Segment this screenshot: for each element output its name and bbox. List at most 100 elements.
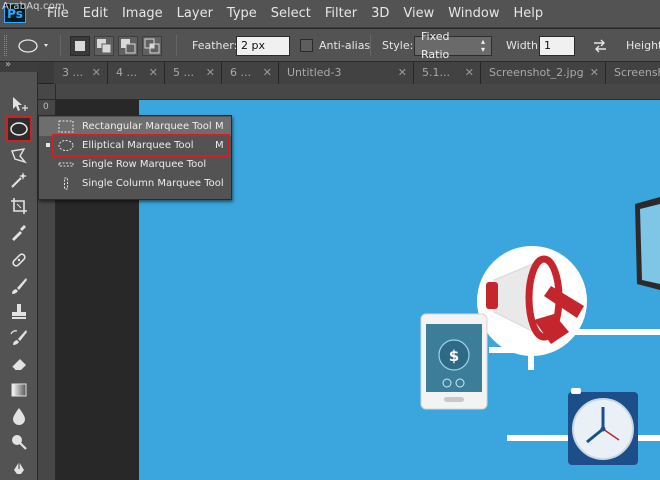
document-tab[interactable]: 5 ... ✕ [165, 62, 222, 84]
close-icon[interactable]: ✕ [206, 62, 215, 84]
megaphone-icon [477, 246, 587, 356]
blur-icon [13, 408, 25, 425]
select-arrows-icon: ▴ ▾ [480, 36, 485, 54]
history-brush-tool[interactable] [7, 326, 31, 350]
marquee-tools-flyout: Rectangular Marquee Tool M Elliptical Ma… [38, 115, 232, 200]
document-tab[interactable]: 6 ... ✕ [222, 62, 279, 84]
width-input[interactable]: 1 [539, 35, 575, 56]
feather-input[interactable]: 2 px [236, 35, 290, 56]
healing-brush-tool[interactable] [7, 248, 31, 272]
close-icon[interactable]: ✕ [465, 62, 474, 84]
close-icon[interactable]: ✕ [149, 62, 158, 84]
document-tab[interactable]: Screensh [606, 62, 660, 84]
separator [370, 35, 371, 56]
intersect-selection-button[interactable] [142, 36, 162, 56]
eyedropper-icon [12, 225, 26, 241]
dodge-tool[interactable] [7, 430, 31, 454]
style-label: Style: [382, 39, 414, 52]
close-icon[interactable]: ✕ [263, 62, 272, 84]
menu-view[interactable]: View [396, 0, 441, 28]
tab-label: 5.1... [422, 66, 450, 79]
menu-type[interactable]: Type [220, 0, 264, 28]
ruler-origin[interactable] [38, 84, 56, 100]
elliptical-marquee-tool[interactable] [6, 116, 32, 142]
tab-label: Screensh [614, 66, 660, 79]
tool-preset-picker[interactable] [16, 29, 50, 62]
feather-label: Feather: [192, 39, 238, 52]
menu-layer[interactable]: Layer [170, 0, 220, 28]
document-tab-active[interactable]: Screenshot_2.jpg ✕ [481, 62, 606, 84]
close-icon[interactable]: ✕ [398, 62, 407, 84]
active-tool-bullet [46, 143, 50, 147]
single-column-marquee-icon [64, 177, 68, 190]
gradient-icon [11, 383, 27, 397]
swap-dimensions-button[interactable] [592, 29, 608, 62]
style-value: Fixed Ratio [421, 29, 450, 61]
highlight-annotation-box [52, 134, 230, 157]
lasso-icon [11, 148, 28, 164]
close-icon[interactable]: ✕ [590, 62, 599, 84]
move-tool-icon [13, 97, 28, 111]
menu-image[interactable]: Image [115, 0, 170, 28]
tab-label: 5 ... [173, 66, 194, 79]
laptop-illustration [635, 197, 660, 290]
rectangle-marquee-icon [58, 120, 74, 133]
horizontal-ruler[interactable] [56, 84, 660, 100]
add-to-selection-button[interactable] [94, 36, 114, 56]
document-tab[interactable]: 4 ... ✕ [108, 62, 165, 84]
height-label: Height: [626, 39, 660, 52]
subtract-selection-icon [121, 39, 136, 54]
lasso-tool[interactable] [7, 144, 31, 168]
menu-filter[interactable]: Filter [318, 0, 364, 28]
tools-panel: » [0, 59, 38, 480]
tab-label: Untitled-3 [287, 66, 342, 79]
magic-wand-tool[interactable] [7, 168, 31, 192]
flyout-item-single-column-marquee[interactable]: Single Column Marquee Tool [39, 174, 231, 193]
clock-illustration [568, 388, 638, 465]
tab-label: Screenshot_2.jpg [489, 66, 584, 79]
document-tab[interactable]: Untitled-3 ✕ [279, 62, 414, 84]
clone-stamp-tool[interactable] [7, 300, 31, 324]
move-tool[interactable] [7, 92, 31, 116]
flyout-item-single-row-marquee[interactable]: Single Row Marquee Tool [39, 155, 231, 174]
document-tab-bar: 3 ... ✕ 4 ... ✕ 5 ... ✕ 6 ... ✕ Untitled-3 ✕ … [38, 62, 660, 84]
pen-tool[interactable] [7, 458, 31, 480]
history-brush-icon [10, 330, 27, 345]
antialias-checkbox[interactable] [300, 39, 313, 52]
intersect-selection-icon [144, 38, 160, 54]
eyedropper-tool[interactable] [7, 220, 31, 244]
close-icon[interactable]: ✕ [92, 62, 101, 84]
antialias-option[interactable]: Anti-alias [300, 29, 370, 62]
separator [60, 35, 61, 56]
menu-bar: Ps ArabAq.com File Edit Image Layer Type… [0, 0, 660, 28]
menu-window[interactable]: Window [441, 0, 506, 28]
document-tab[interactable]: 3 ... ✕ [54, 62, 108, 84]
magic-wand-icon [11, 172, 27, 188]
style-select[interactable]: Fixed Ratio ▴ ▾ [414, 30, 492, 61]
ruler-zero-label: 0 [43, 102, 49, 112]
pen-icon [14, 462, 24, 474]
subtract-from-selection-button[interactable] [118, 36, 138, 56]
menu-3d[interactable]: 3D [364, 0, 396, 28]
blur-tool[interactable] [7, 404, 31, 428]
menu-file[interactable]: File [40, 0, 76, 28]
elliptical-marquee-icon [10, 122, 28, 136]
gradient-tool[interactable] [7, 378, 31, 402]
tools-panel-header[interactable]: » [0, 59, 38, 72]
ellipse-preset-icon [18, 38, 48, 53]
document-tab[interactable]: 5.1... ✕ [414, 62, 481, 84]
menu-select[interactable]: Select [264, 0, 318, 28]
eraser-tool[interactable] [7, 352, 31, 376]
menu-edit[interactable]: Edit [76, 0, 115, 28]
menu-help[interactable]: Help [507, 0, 551, 28]
menu-items: File Edit Image Layer Type Select Filter… [40, 0, 550, 28]
collapse-icon[interactable]: » [5, 59, 11, 70]
options-bar-grip[interactable] [4, 35, 7, 56]
new-selection-button[interactable] [70, 36, 90, 56]
crop-icon [11, 198, 27, 214]
width-label: Width: [506, 39, 542, 52]
tab-label: 6 ... [230, 66, 251, 79]
brush-tool[interactable] [7, 274, 31, 298]
crop-tool[interactable] [7, 194, 31, 218]
healing-brush-icon [12, 253, 26, 267]
